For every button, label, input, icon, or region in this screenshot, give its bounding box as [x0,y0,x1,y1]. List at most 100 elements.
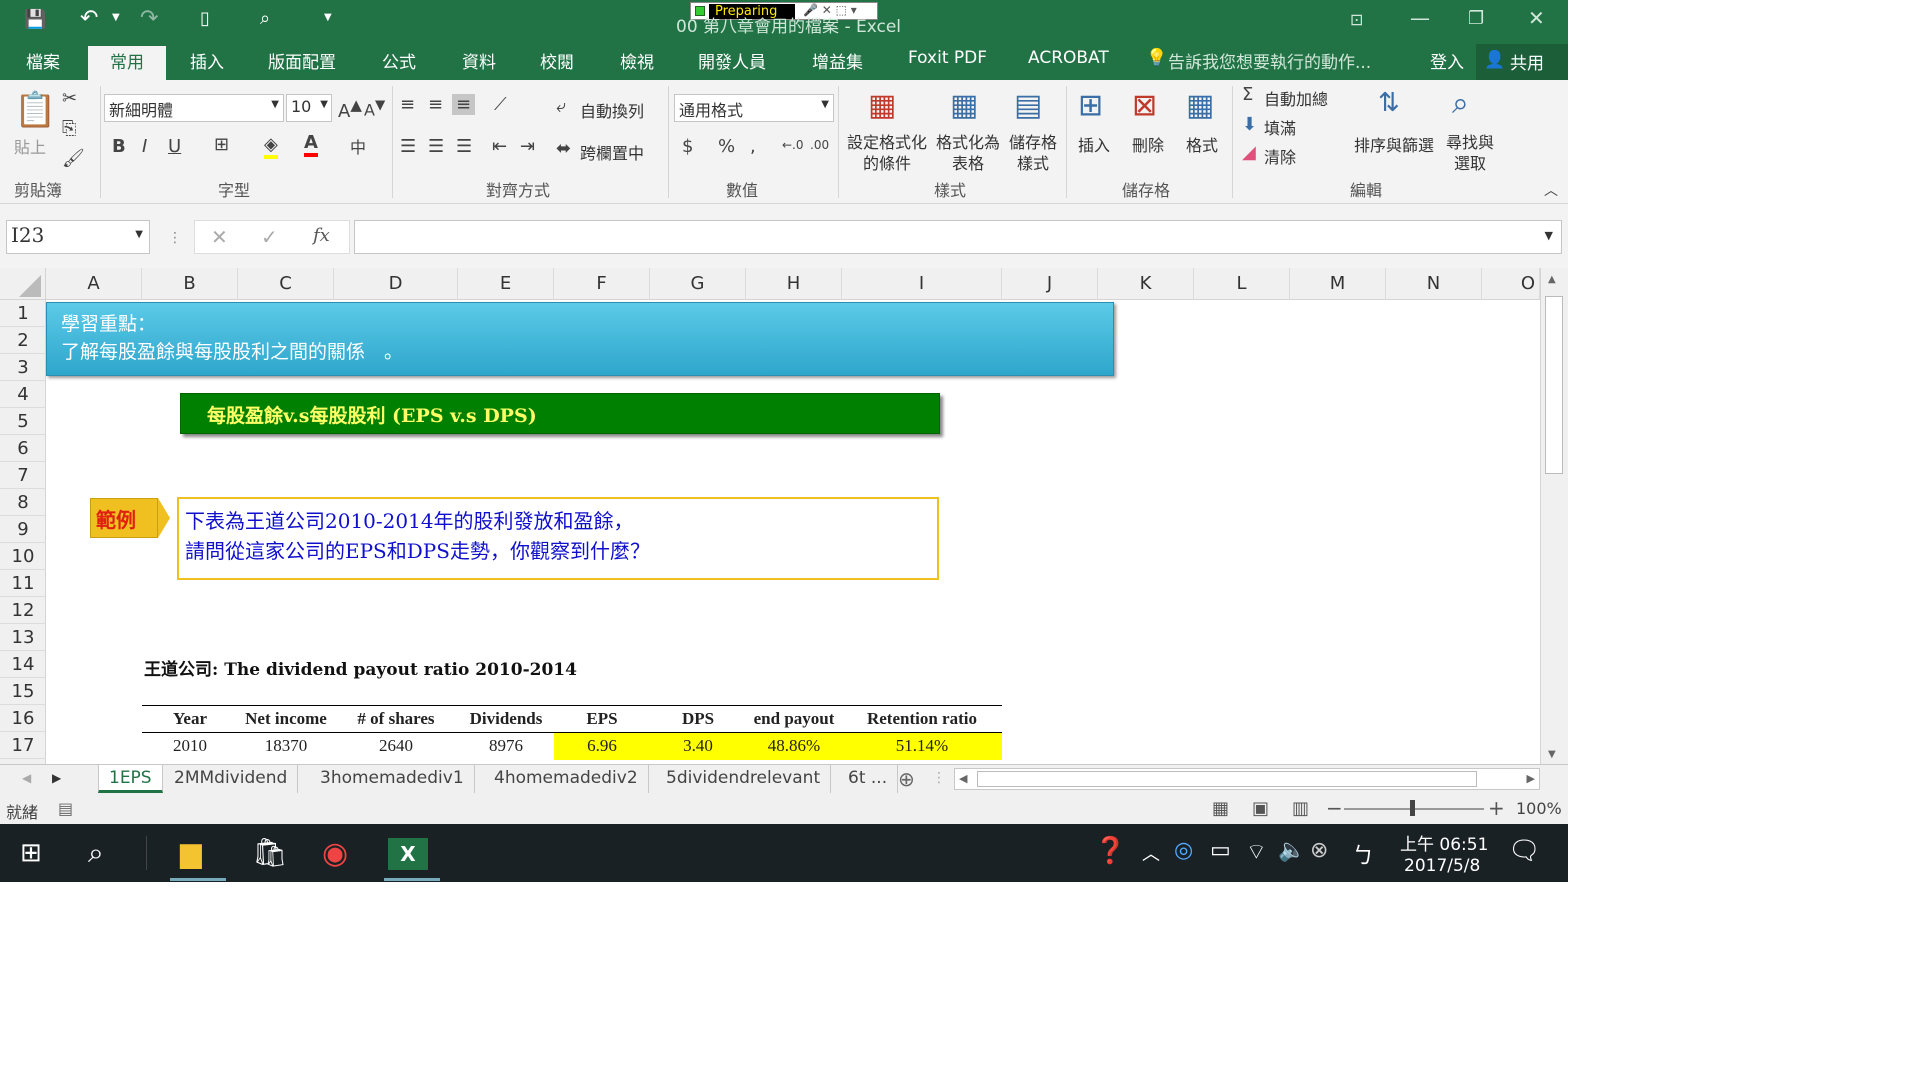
help-icon[interactable]: ❓ [1094,836,1126,866]
clear-button[interactable]: 清除 [1264,144,1296,168]
column-header[interactable]: H [746,268,842,300]
input-method-icon[interactable]: ㄅ [1352,838,1374,870]
row-header[interactable]: 8 [0,489,46,516]
cell-eps[interactable]: 6.96 [554,732,650,760]
zoom-out-icon[interactable]: − [1326,796,1343,820]
collapse-ribbon-icon[interactable]: ︿ [1544,180,1558,200]
example-question-box[interactable]: 下表為王道公司2010-2014年的股利發放和盈餘， 請問從這家公司的EPS和D… [177,497,939,580]
sheet-tab-4homemadediv2[interactable]: 4homemadediv2 [484,765,649,793]
sort-filter-icon[interactable]: ⇅ [1378,88,1400,118]
zoom-level[interactable]: 100% [1516,799,1562,818]
cell-dividends[interactable]: 8976 [458,733,554,760]
sheet-tab-more[interactable]: 6t ... [838,765,899,793]
cell-net-income[interactable]: 18370 [238,733,334,760]
close-icon[interactable]: ✕ [1528,6,1545,30]
number-format-select[interactable]: 通用格式 ▼ [674,94,834,122]
column-header[interactable]: J [1002,268,1098,300]
scroll-thumb[interactable] [1545,296,1563,474]
format-painter-icon[interactable]: 🖌 [62,148,85,169]
undo-dropdown-icon[interactable]: ▼ [112,12,120,23]
clear-icon[interactable]: ◢ [1242,142,1256,163]
undo-icon[interactable]: ↶ [80,6,98,31]
align-left-icon[interactable]: ☰ [400,136,416,157]
tab-addins[interactable]: 增益集 [812,48,863,73]
font-size-select[interactable]: 10 ▼ [286,94,332,122]
format-table-icon[interactable]: ▦ [950,88,978,123]
tab-formulas[interactable]: 公式 [382,48,416,73]
merge-center-button[interactable]: 跨欄置中 [580,140,644,164]
phonetic-icon[interactable]: 中 [350,134,366,158]
autosum-icon[interactable]: Σ [1242,84,1253,105]
sign-in-link[interactable]: 登入 [1430,48,1464,73]
column-header[interactable]: A [46,268,142,300]
italic-icon[interactable]: I [142,136,147,157]
orientation-icon[interactable]: ⟋ [494,94,507,115]
row-header[interactable]: 13 [0,624,46,651]
scroll-left-icon[interactable]: ◀ [959,772,967,785]
align-top-icon[interactable]: ≡ [400,94,415,115]
clock-time[interactable]: 上午 06:51 [1400,830,1488,855]
redo-icon[interactable]: ↷ [140,6,158,31]
windows-start-icon[interactable]: ⊞ [20,838,42,868]
excel-taskbar-icon[interactable]: X [388,838,428,870]
borders-icon[interactable]: ⊞ [214,134,229,155]
ribbon-display-icon[interactable]: ⊡ [1350,10,1363,29]
tab-foxit[interactable]: Foxit PDF [908,48,987,68]
wifi-icon[interactable]: ⌔ [1246,838,1267,866]
column-header[interactable]: N [1386,268,1482,300]
minimize-icon[interactable]: — [1410,6,1430,30]
new-file-icon[interactable]: ▯ [200,8,210,29]
row-header[interactable]: 14 [0,651,46,678]
example-tag[interactable]: 範例 [90,498,170,538]
tab-insert[interactable]: 插入 [190,48,224,73]
row-header[interactable]: 17 [0,732,46,759]
row-header[interactable]: 3 [0,354,46,381]
row-header[interactable]: 11 [0,570,46,597]
row-header[interactable]: 4 [0,381,46,408]
format-cells-icon[interactable]: ▦ [1186,88,1214,123]
clock-date[interactable]: 2017/5/8 [1404,856,1480,876]
confirm-entry-icon[interactable]: ✓ [261,225,278,249]
format-cells-button[interactable]: 格式 [1186,132,1218,156]
macro-record-icon[interactable]: ▤ [58,799,73,818]
tab-home[interactable]: 常用 [110,48,144,73]
scroll-down-icon[interactable]: ▼ [1548,749,1556,760]
wrap-text-button[interactable]: 自動換列 [580,98,644,122]
page-layout-view-icon[interactable]: ▣ [1252,798,1269,819]
font-color-icon[interactable]: A [304,132,318,157]
delete-cells-button[interactable]: 刪除 [1132,132,1164,156]
sheet-tab-2mmdividend[interactable]: 2MMdividend [164,765,299,793]
decrease-indent-icon[interactable]: ⇤ [492,136,507,157]
cut-icon[interactable]: ✂ [62,88,77,109]
sort-filter-button[interactable]: 排序與篩選 [1354,132,1434,156]
hscroll-thumb[interactable] [977,771,1477,787]
decrease-decimal-icon[interactable]: .00 [810,138,829,152]
formula-bar-options-icon[interactable]: ⋮ [168,230,182,246]
find-select-button[interactable]: 尋找與選取 [1444,132,1496,174]
row-header[interactable]: 6 [0,435,46,462]
row-header[interactable]: 10 [0,543,46,570]
column-header[interactable]: I [842,268,1002,300]
fill-icon[interactable]: ⬇ [1242,114,1257,135]
tab-file[interactable]: 檔案 [26,48,60,73]
name-box[interactable]: I23 ▼ [6,220,150,254]
tab-data[interactable]: 資料 [462,48,496,73]
column-header[interactable]: E [458,268,554,300]
copy-icon[interactable]: ⎘ [62,118,76,139]
scroll-up-icon[interactable]: ▲ [1548,274,1556,285]
column-header[interactable]: F [554,268,650,300]
find-select-icon[interactable]: ⌕ [1452,86,1469,121]
page-break-view-icon[interactable]: ▥ [1292,798,1309,819]
tell-me-box[interactable]: 告訴我您想要執行的動作... [1168,48,1371,73]
wrap-text-icon[interactable]: ⤶ [556,96,566,117]
worksheet-grid[interactable]: 學習重點： 了解每股盈餘與每股股利之間的關係 。 每股盈餘v.s每股股利 (EP… [46,300,1540,764]
decrease-font-icon[interactable]: A▼ [364,98,385,119]
store-icon[interactable]: 🛍 [252,836,288,869]
sheet-tab-1eps[interactable]: 1EPS [98,765,163,793]
row-header[interactable]: 1 [0,300,46,327]
insert-cells-button[interactable]: 插入 [1078,132,1110,156]
scroll-right-icon[interactable]: ▶ [1527,772,1535,785]
save-icon[interactable]: 💾 [24,9,46,30]
bold-icon[interactable]: B [112,136,126,157]
column-header[interactable]: L [1194,268,1290,300]
